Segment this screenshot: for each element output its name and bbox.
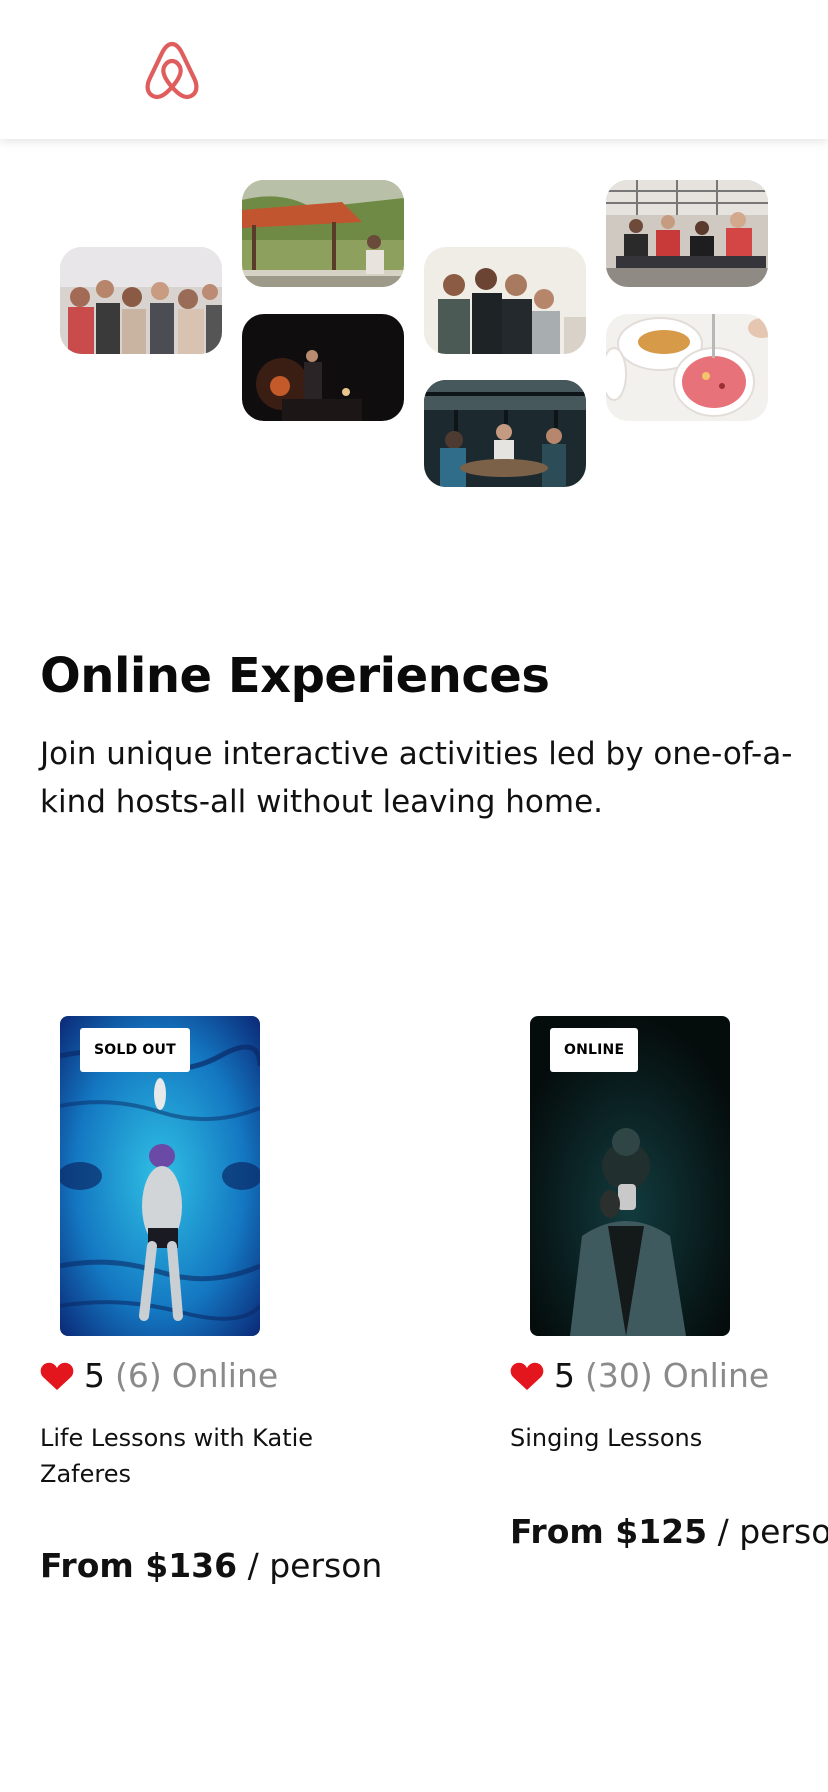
status-badge: ONLINE (550, 1028, 639, 1072)
review-count: (30) (585, 1356, 653, 1395)
card-title[interactable]: Life Lessons with Katie Zaferes (40, 1420, 330, 1492)
rating-value: 5 (84, 1356, 105, 1395)
page-title: Online Experiences (40, 648, 550, 704)
photo-collage (0, 139, 828, 519)
friends-photo (424, 247, 586, 354)
heart-icon (40, 1361, 74, 1391)
airbnb-logo-icon[interactable] (142, 38, 202, 102)
navbar (0, 0, 828, 139)
price-label: From $125 / person (510, 1512, 828, 1551)
food-photo (606, 314, 768, 421)
singer-photo[interactable]: ONLINE (530, 1016, 730, 1336)
crowd-photo (60, 247, 222, 354)
status-badge: SOLD OUT (80, 1028, 190, 1072)
gazebo-photo (242, 180, 404, 287)
fitness-photo (606, 180, 768, 287)
review-count: (6) (115, 1356, 162, 1395)
price-unit: / person (247, 1546, 383, 1585)
price-label: From $136 / person (40, 1546, 382, 1585)
rating-value: 5 (554, 1356, 575, 1395)
price-amount: From $136 (40, 1546, 238, 1585)
page-description: Join unique interactive activities led b… (40, 736, 793, 820)
heart-icon (510, 1361, 544, 1391)
card-stats: 5 (6) Online (40, 1356, 278, 1395)
card-title[interactable]: Singing Lessons (510, 1420, 800, 1456)
price-unit: / person (717, 1512, 828, 1551)
dark-room-photo (242, 314, 404, 421)
cafe-photo (424, 380, 586, 487)
location-label: Online (662, 1356, 770, 1395)
card-stats: 5 (30) Online (510, 1356, 769, 1395)
location-label: Online (171, 1356, 279, 1395)
price-amount: From $125 (510, 1512, 708, 1551)
swimmer-photo[interactable]: SOLD OUT (60, 1016, 260, 1336)
